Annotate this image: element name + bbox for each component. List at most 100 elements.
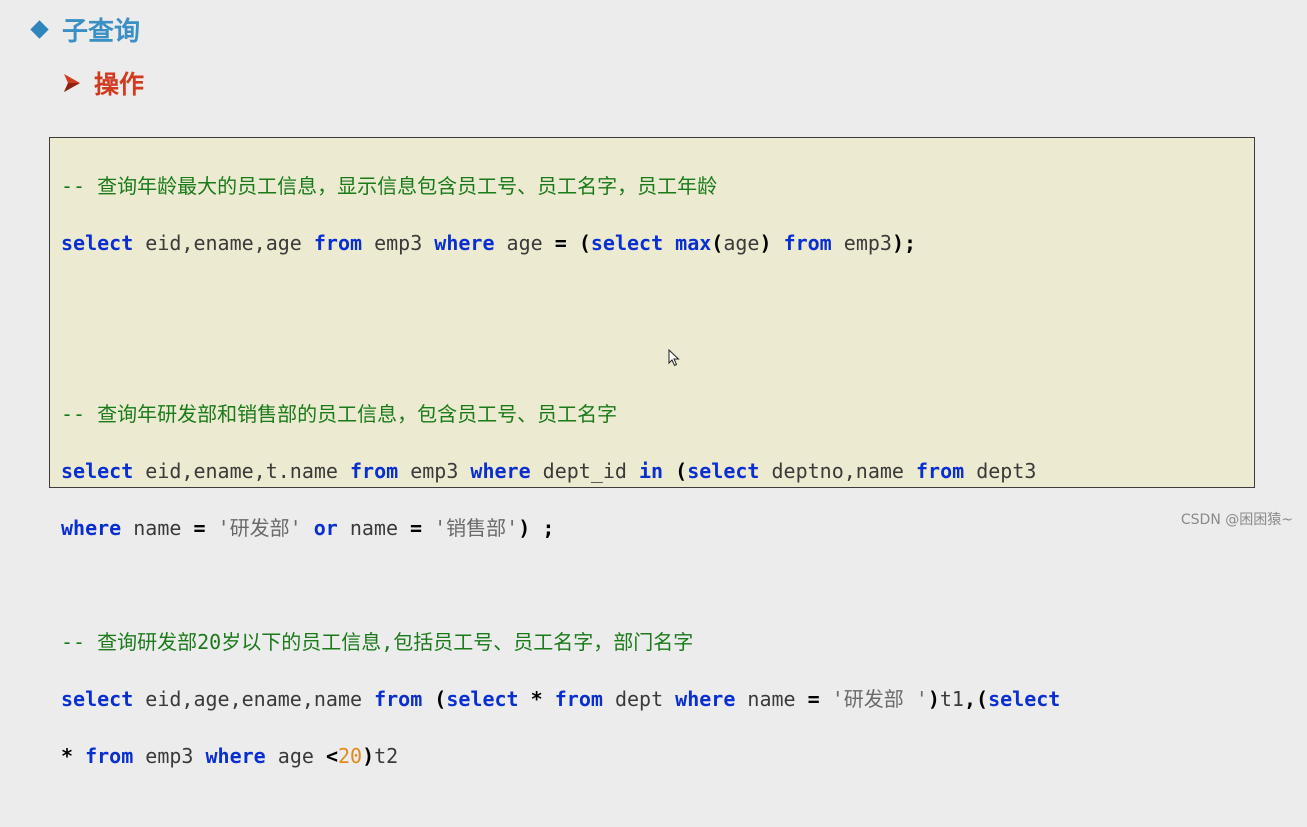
operator: ); <box>891 230 917 255</box>
keyword: select <box>988 686 1061 711</box>
number-literal: 20 <box>338 743 363 768</box>
keyword: max <box>675 230 712 255</box>
operator: ) <box>518 515 531 540</box>
keyword: in <box>639 458 664 483</box>
code-comment-1: -- 查询年龄最大的员工信息，显示信息包含员工号、员工名字，员工年龄 <box>61 172 1060 201</box>
code-text: dept_id <box>530 458 640 483</box>
code-text: age <box>723 230 760 255</box>
code-line-1: select eid,ename,age from emp3 where age… <box>61 229 1060 258</box>
keyword: where <box>205 743 266 768</box>
keyword: where <box>675 686 736 711</box>
sql-code: -- 查询年龄最大的员工信息，显示信息包含员工号、员工名字，员工年龄 selec… <box>61 143 1060 827</box>
code-line-3: where name = '研发部' or name = '销售部') ; <box>61 514 1060 543</box>
code-line-4: select eid,age,ename,name from (select *… <box>61 685 1060 714</box>
operator: < <box>325 743 338 768</box>
operator: * <box>61 743 74 768</box>
code-text: t2 <box>374 743 399 768</box>
code-text: age <box>265 743 326 768</box>
operator: ) <box>362 743 375 768</box>
keyword: select <box>61 458 134 483</box>
operator: = <box>554 230 567 255</box>
code-blank <box>61 571 1060 600</box>
keyword: select <box>61 230 134 255</box>
operator: ) <box>759 230 772 255</box>
section-subtitle: 操作 <box>62 65 144 101</box>
code-text: name <box>337 515 411 540</box>
operator: = <box>410 515 423 540</box>
code-line-2: select eid,ename,t.name from emp3 where … <box>61 457 1060 486</box>
string-literal: '研发部' <box>217 515 302 540</box>
code-text: emp3 <box>362 230 435 255</box>
keyword: from <box>374 686 423 711</box>
code-line-5: * from emp3 where age <20)t2 <box>61 742 1060 771</box>
operator: = <box>807 686 820 711</box>
operator: ,( <box>963 686 989 711</box>
keyword: where <box>470 458 531 483</box>
keyword: from <box>313 230 363 255</box>
keyword: from <box>783 230 832 255</box>
section-title: 子查询 <box>30 11 140 48</box>
code-text: emp3 <box>398 458 471 483</box>
watermark: CSDN @困困猿~ <box>1180 512 1293 528</box>
code-text: name <box>121 515 194 540</box>
code-text: eid,age,ename,name <box>133 686 375 711</box>
code-text: eid,ename,age <box>133 230 314 255</box>
keyword: from <box>350 458 399 483</box>
operator: ( <box>675 458 688 483</box>
operator: * <box>530 686 543 711</box>
string-literal: '销售部' <box>434 515 519 540</box>
code-text: eid,ename,t.name <box>133 458 350 483</box>
code-blank <box>61 286 1060 315</box>
keyword: where <box>61 515 122 540</box>
diamond-bullet-icon <box>30 20 49 39</box>
comment-text: -- 查询年龄最大的员工信息，显示信息包含员工号、员工名字，员工年龄 <box>61 173 718 198</box>
keyword: select <box>687 458 760 483</box>
code-blank <box>61 343 1060 372</box>
keyword: from <box>554 686 603 711</box>
keyword: select <box>590 230 664 255</box>
operator: ( <box>711 230 724 255</box>
section-title-text: 子查询 <box>62 17 141 47</box>
operator: ; <box>542 515 555 540</box>
string-literal: '研发部 ' <box>831 686 928 711</box>
keyword: or <box>313 515 338 540</box>
comment-text: -- 查询研发部20岁以下的员工信息,包括员工号、员工名字，部门名字 <box>61 629 694 654</box>
code-comment-2: -- 查询年研发部和销售部的员工信息，包含员工号、员工名字 <box>61 400 1060 429</box>
code-text: emp3 <box>133 743 206 768</box>
code-panel: -- 查询年龄最大的员工信息，显示信息包含员工号、员工名字，员工年龄 selec… <box>49 137 1255 768</box>
keyword: from <box>916 458 965 483</box>
code-text: name <box>735 686 808 711</box>
section-subtitle-text: 操作 <box>94 70 145 99</box>
keyword: select <box>61 686 134 711</box>
operator: ( <box>434 686 447 711</box>
operator: ( <box>578 230 591 255</box>
comment-text: -- 查询年研发部和销售部的员工信息，包含员工号、员工名字 <box>61 401 618 426</box>
arrow-bullet-icon <box>64 74 80 92</box>
keyword: select <box>446 686 519 711</box>
code-text: age <box>494 230 555 255</box>
code-text: dept <box>602 686 676 711</box>
operator: = <box>193 515 206 540</box>
code-text: t1 <box>939 686 964 711</box>
operator: ) <box>927 686 940 711</box>
keyword: where <box>434 230 495 255</box>
code-text: dept3 <box>964 458 1037 483</box>
code-text: deptno,name <box>759 458 916 483</box>
mouse-cursor-icon <box>668 349 680 367</box>
code-comment-3: -- 查询研发部20岁以下的员工信息,包括员工号、员工名字，部门名字 <box>61 628 1060 657</box>
code-text: emp3 <box>831 230 892 255</box>
keyword: from <box>85 743 134 768</box>
